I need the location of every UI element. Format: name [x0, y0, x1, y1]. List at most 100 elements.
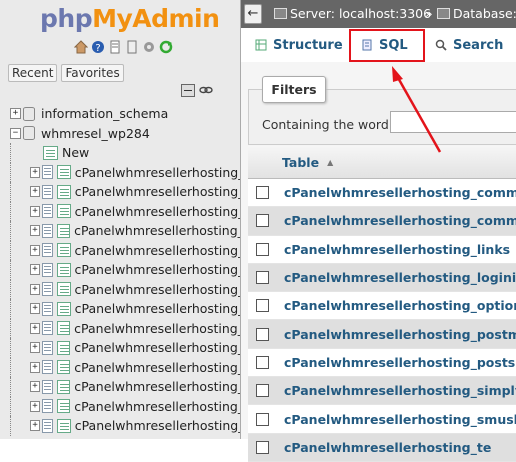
- gear-icon[interactable]: [142, 40, 156, 54]
- row-checkbox[interactable]: [256, 412, 269, 426]
- browse-table-icon[interactable]: [56, 262, 71, 277]
- row-checkbox[interactable]: [256, 186, 269, 200]
- row-checkbox[interactable]: [256, 355, 269, 369]
- tree-item-label[interactable]: cPanelwhmresellerhosting_op: [75, 243, 240, 258]
- row-checkbox[interactable]: [256, 327, 269, 341]
- expand-icon[interactable]: +: [30, 205, 41, 217]
- tree-item-label[interactable]: cPanelwhmresellerhosting_ter: [74, 360, 240, 375]
- expand-icon[interactable]: +: [30, 186, 41, 198]
- table-name-link[interactable]: cPanelwhmresellerhosting_comment: [284, 213, 516, 228]
- expand-icon[interactable]: +: [30, 283, 41, 295]
- table-structure-icon[interactable]: [42, 184, 54, 199]
- table-structure-icon[interactable]: [42, 165, 54, 180]
- expand-icon[interactable]: +: [30, 361, 40, 373]
- table-structure-icon[interactable]: [41, 321, 53, 336]
- table-item[interactable]: + cPanelwhmresellerhosting_ter: [0, 377, 240, 397]
- table-item[interactable]: + cPanelwhmresellerhosting_log: [0, 221, 240, 241]
- tree-item-label[interactable]: cPanelwhmresellerhosting_po: [75, 282, 240, 297]
- browse-table-icon[interactable]: [56, 282, 71, 297]
- row-checkbox[interactable]: [256, 440, 269, 454]
- expand-icon[interactable]: +: [30, 322, 40, 334]
- tab-search[interactable]: Search: [435, 34, 503, 56]
- tree-item-label[interactable]: cPanelwhmresellerhosting_log: [74, 223, 240, 238]
- browse-table-icon[interactable]: [56, 379, 71, 394]
- table-name-link[interactable]: cPanelwhmresellerhosting_options: [284, 298, 516, 313]
- expand-icon[interactable]: +: [30, 244, 41, 256]
- browse-table-icon[interactable]: [56, 399, 71, 414]
- favorites-tab[interactable]: Favorites: [61, 64, 124, 82]
- expand-icon[interactable]: +: [30, 381, 40, 393]
- browse-table-icon[interactable]: [57, 184, 71, 199]
- row-checkbox[interactable]: [256, 271, 269, 285]
- expand-icon[interactable]: +: [30, 400, 40, 412]
- table-structure-icon[interactable]: [41, 340, 53, 355]
- expand-icon[interactable]: +: [30, 420, 41, 432]
- tree-item-label[interactable]: whmresel_wp284: [41, 126, 150, 141]
- table-item[interactable]: + cPanelwhmresellerhosting_co: [0, 182, 240, 202]
- link-icon[interactable]: [199, 84, 213, 96]
- row-checkbox[interactable]: [256, 214, 269, 228]
- table-structure-icon[interactable]: [41, 399, 53, 414]
- browse-table-icon[interactable]: [56, 321, 71, 336]
- database-item[interactable]: − whmresel_wp284: [0, 124, 240, 144]
- table-item[interactable]: + cPanelwhmresellerhosting_ter: [0, 357, 240, 377]
- table-structure-icon[interactable]: [41, 223, 53, 238]
- table-item[interactable]: + cPanelwhmresellerhosting_lin: [0, 201, 240, 221]
- expand-icon[interactable]: +: [30, 264, 41, 276]
- browse-table-icon[interactable]: [56, 243, 71, 258]
- table-structure-icon[interactable]: [41, 360, 53, 375]
- table-name-link[interactable]: cPanelwhmresellerhosting_te: [284, 440, 491, 455]
- table-name-link[interactable]: cPanelwhmresellerhosting_posts: [284, 355, 515, 370]
- expand-icon[interactable]: +: [30, 225, 40, 237]
- table-item[interactable]: + cPanelwhmresellerhosting_sir: [0, 299, 240, 319]
- table-item[interactable]: + cPanelwhmresellerhosting_ter: [0, 396, 240, 416]
- table-structure-icon[interactable]: [42, 243, 53, 258]
- expand-icon[interactable]: +: [10, 108, 21, 120]
- table-structure-icon[interactable]: [42, 262, 53, 277]
- table-name-link[interactable]: cPanelwhmresellerhosting_links: [284, 242, 510, 257]
- tree-item-label[interactable]: cPanelwhmresellerhosting_us: [75, 418, 240, 433]
- browse-table-icon[interactable]: [57, 418, 71, 433]
- table-structure-icon[interactable]: [42, 204, 54, 219]
- recent-tab[interactable]: Recent: [8, 64, 58, 82]
- table-structure-icon[interactable]: [41, 379, 53, 394]
- tree-item-label[interactable]: information_schema: [41, 106, 168, 121]
- table-item[interactable]: + cPanelwhmresellerhosting_po: [0, 260, 240, 280]
- tree-item-label[interactable]: cPanelwhmresellerhosting_co: [75, 184, 240, 199]
- breadcrumb-server[interactable]: Server: localhost:3306: [274, 6, 431, 21]
- home-icon[interactable]: [74, 40, 88, 54]
- expand-icon[interactable]: +: [30, 342, 40, 354]
- table-item[interactable]: + cPanelwhmresellerhosting_po: [0, 279, 240, 299]
- browse-table-icon[interactable]: [57, 204, 71, 219]
- new-table-item[interactable]: New: [0, 143, 240, 163]
- table-name-link[interactable]: cPanelwhmresellerhosting_comment: [284, 185, 516, 200]
- docs-icon[interactable]: [108, 40, 122, 54]
- table-structure-icon[interactable]: [42, 301, 53, 316]
- row-checkbox[interactable]: [256, 384, 269, 398]
- sort-ascending-icon[interactable]: ▲: [327, 158, 333, 167]
- tree-item-label[interactable]: cPanelwhmresellerhosting_sir: [75, 301, 240, 316]
- tree-item-label[interactable]: cPanelwhmresellerhosting_lin: [75, 204, 240, 219]
- expand-icon[interactable]: +: [30, 303, 41, 315]
- browse-table-icon[interactable]: [56, 360, 71, 375]
- settings-icon[interactable]: [125, 40, 139, 54]
- tree-item-label[interactable]: cPanelwhmresellerhosting_sm: [74, 321, 240, 336]
- database-item[interactable]: + information_schema: [0, 104, 240, 124]
- collapse-all-icon[interactable]: [181, 84, 195, 97]
- tree-item-label[interactable]: cPanelwhmresellerhosting_ter: [74, 379, 240, 394]
- collapse-icon[interactable]: −: [10, 127, 21, 139]
- table-name-link[interactable]: cPanelwhmresellerhosting_loginizer_: [284, 270, 516, 285]
- browse-table-icon[interactable]: [56, 340, 71, 355]
- row-checkbox[interactable]: [256, 242, 269, 256]
- breadcrumb-database[interactable]: Database: w: [437, 6, 516, 21]
- table-item[interactable]: + cPanelwhmresellerhosting_us: [0, 416, 240, 436]
- help-icon[interactable]: ?: [91, 40, 105, 54]
- browse-table-icon[interactable]: [56, 223, 71, 238]
- table-name-link[interactable]: cPanelwhmresellerhosting_simply_st: [284, 383, 516, 398]
- collapse-sidebar-button[interactable]: ←: [244, 4, 262, 24]
- table-name-link[interactable]: cPanelwhmresellerhosting_postmeta: [284, 327, 516, 342]
- table-name-link[interactable]: cPanelwhmresellerhosting_smush_di: [284, 412, 516, 427]
- browse-table-icon[interactable]: [56, 301, 71, 316]
- tree-item-label[interactable]: cPanelwhmresellerhosting_ter: [74, 399, 240, 414]
- tab-structure[interactable]: Structure: [255, 34, 343, 56]
